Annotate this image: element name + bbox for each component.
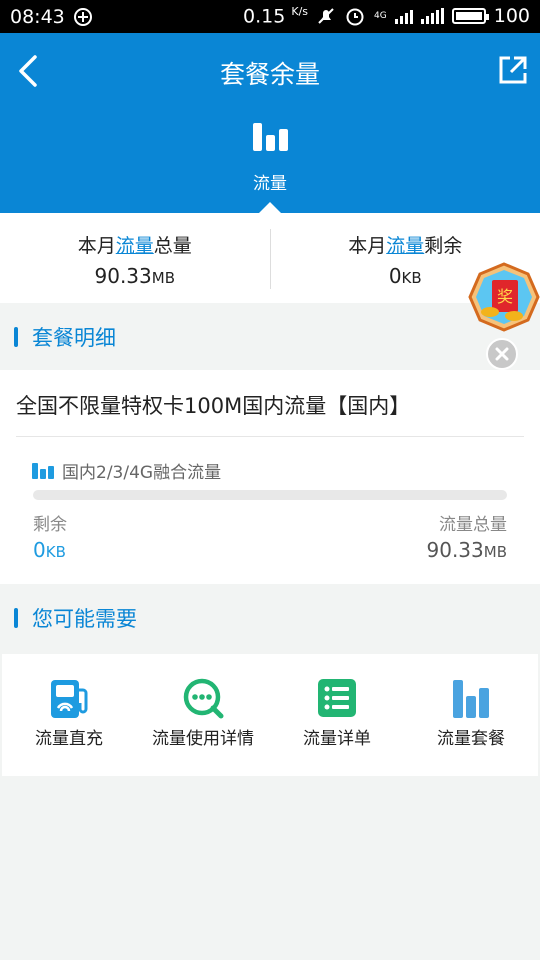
status-bar: 08:43 0.15 K/s 4G 100 [0, 0, 540, 33]
share-button[interactable] [496, 53, 530, 87]
signal-2-icon [420, 8, 444, 25]
section-marker [14, 608, 18, 628]
tab-traffic[interactable]: 流量 [220, 121, 320, 201]
service-usage-details[interactable]: 流量使用详情 [136, 654, 270, 776]
list-icon [315, 676, 359, 720]
bar-chart-icon [32, 462, 54, 479]
remaining-value: 0KB [33, 538, 66, 562]
bar-chart-icon [220, 121, 320, 151]
usage-progress-bar [33, 490, 507, 500]
recharge-station-icon [47, 676, 91, 720]
service-label: 流量详单 [303, 729, 371, 749]
page-title: 套餐余量 [219, 60, 320, 89]
monthly-total-value: 90.33MB [94, 264, 176, 288]
detail-section-title: 套餐明细 [32, 326, 116, 350]
package-detail-card: 全国不限量特权卡100M国内流量【国内】 国内2/3/4G融合流量 剩余 流量总… [0, 370, 540, 584]
signal-icon [394, 8, 413, 25]
traffic-type-label: 国内2/3/4G融合流量 [62, 463, 222, 483]
chat-search-icon [181, 676, 225, 720]
divider [16, 436, 524, 437]
service-traffic-recharge[interactable]: 流量直充 [2, 654, 136, 776]
monthly-remaining-label: 本月流量剩余 [348, 235, 463, 257]
alarm-icon [346, 8, 364, 26]
mute-icon [318, 8, 334, 25]
services-grid: 流量直充 流量使用详情 流量详单 流量套餐 [2, 654, 538, 776]
header: 套餐余量 流量 [0, 33, 540, 213]
usage-summary: 本月流量总量 90.33MB 本月流量剩余 0KB [0, 213, 540, 303]
service-label: 流量使用详情 [152, 729, 254, 749]
tab-indicator [259, 202, 281, 213]
monthly-total: 本月流量总量 90.33MB [0, 213, 270, 303]
service-label: 流量直充 [35, 729, 103, 749]
service-label: 流量套餐 [437, 729, 505, 749]
service-traffic-package[interactable]: 流量套餐 [404, 654, 538, 776]
remaining-label: 剩余 [33, 515, 67, 535]
traffic-link[interactable]: 流量 [386, 235, 424, 257]
status-time: 08:43 [10, 5, 65, 28]
app-notification-icon [73, 7, 92, 26]
network-speed: 0.15 K/s [243, 5, 309, 28]
services-section-title: 您可能需要 [32, 607, 137, 631]
network-type: 4G [374, 11, 387, 22]
service-traffic-bill[interactable]: 流量详单 [270, 654, 404, 776]
bar-chart-icon [449, 676, 493, 720]
package-name: 全国不限量特权卡100M国内流量【国内】 [16, 394, 411, 418]
tab-traffic-label: 流量 [253, 174, 287, 194]
services-section-header: 您可能需要 [0, 585, 540, 651]
traffic-type-row: 国内2/3/4G融合流量 [32, 458, 221, 483]
battery-icon [451, 8, 489, 25]
detail-section-header: 套餐明细 [0, 304, 540, 370]
total-value: 90.33MB [426, 538, 508, 562]
battery-level: 100 [493, 5, 530, 28]
traffic-link[interactable]: 流量 [116, 235, 154, 257]
share-icon [499, 56, 527, 84]
monthly-total-label: 本月流量总量 [77, 235, 192, 257]
total-label: 流量总量 [439, 515, 507, 535]
section-marker [14, 327, 18, 347]
